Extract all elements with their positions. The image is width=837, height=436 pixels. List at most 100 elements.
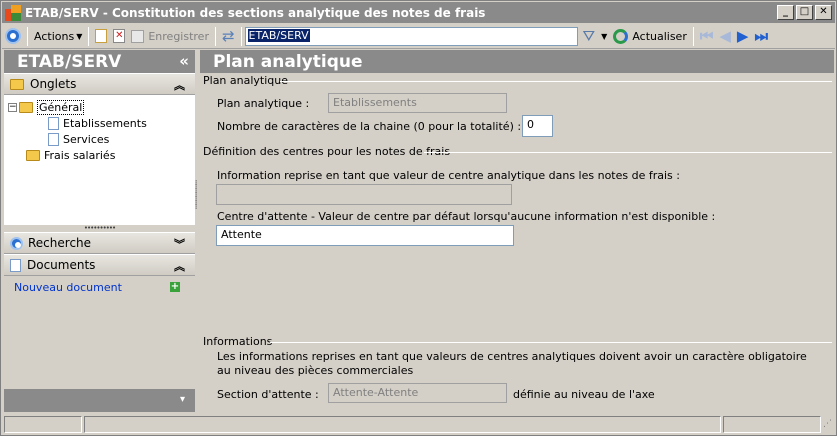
filter-button[interactable]: ⛛ ▼ (580, 26, 611, 47)
left-panel-header: ETAB/SERV « (4, 50, 195, 73)
toolbar-separator (214, 26, 216, 46)
section-attente-label: Section d'attente : (217, 388, 319, 401)
delete-icon: ✕ (113, 29, 126, 43)
horizontal-splitter[interactable]: •••••••••• (4, 225, 195, 232)
info-text-line-1: Les informations reprises en tant que va… (217, 350, 807, 363)
collapse-panel-icon[interactable]: « (179, 52, 189, 70)
info-reprise-label: Information reprise en tant que valeur d… (217, 169, 680, 182)
last-icon: ⏭ (754, 27, 768, 45)
next-icon: ▶ (736, 27, 749, 45)
documents-label: Documents (27, 258, 96, 272)
previous-icon: ◀ (719, 27, 731, 45)
status-cell (83, 416, 722, 433)
sync-icon: ⇄ (221, 27, 235, 45)
window-title: ETAB/SERV - Constitution des sections an… (25, 5, 486, 20)
nb-caracteres-label: Nombre de caractères de la chaine (0 pou… (217, 120, 522, 133)
previous-record-button[interactable]: ◀ (716, 26, 734, 47)
tree-label-etablissements: Etablissements (63, 116, 147, 130)
group-divider (424, 152, 832, 153)
toolbar-separator (240, 26, 242, 46)
app-logo-icon (5, 4, 21, 21)
home-circle-icon (5, 28, 21, 44)
actions-menu-button[interactable]: Actions ▼ (31, 26, 85, 47)
centre-attente-label: Centre d'attente - Valeur de centre par … (217, 210, 716, 223)
resize-grip-icon[interactable]: ⋰ (823, 416, 833, 433)
left-panel: ETAB/SERV « Onglets ︽ − Général Etabliss… (4, 50, 195, 412)
application-window: ETAB/SERV - Constitution des sections an… (0, 0, 837, 436)
toolbar-separator (692, 26, 694, 46)
dropdown-arrow-icon: ▼ (76, 31, 83, 41)
minimize-button[interactable]: _ (777, 5, 794, 20)
group-divider (270, 342, 832, 343)
search-input[interactable]: ETAB/SERV (244, 26, 578, 46)
plan-analytique-label: Plan analytique : (217, 97, 310, 110)
first-icon: ⏮ (699, 27, 714, 45)
folder-icon (10, 78, 24, 90)
status-bar: ⋰ (2, 414, 835, 435)
save-button[interactable]: Enregistrer (128, 26, 212, 47)
document-icon (48, 116, 59, 130)
sync-button[interactable]: ⇄ (219, 26, 238, 47)
chevron-up-icon[interactable]: ︽ (174, 258, 185, 274)
maximize-button[interactable]: □ (796, 5, 813, 20)
refresh-button[interactable]: Actualiser (610, 26, 690, 47)
folder-icon (26, 149, 40, 161)
info-reprise-field[interactable] (216, 184, 512, 205)
actions-label: Actions (34, 29, 75, 43)
tree-item-etablissements[interactable]: Etablissements (48, 115, 147, 131)
chevron-down-small-icon[interactable]: ▾ (180, 394, 185, 405)
new-button[interactable] (92, 26, 110, 47)
toolbar: Actions ▼ ✕ Enregistrer ⇄ ETAB/SERV ⛛ ▼ … (2, 24, 835, 49)
group-plan-analytique-title: Plan analytique (203, 74, 289, 87)
tree-item-general[interactable]: − Général (8, 99, 85, 115)
tree-item-frais-salaries[interactable]: Frais salariés (26, 147, 115, 163)
last-record-button[interactable]: ⏭ (751, 26, 771, 47)
delete-button[interactable]: ✕ (110, 26, 128, 47)
first-record-button[interactable]: ⏮ (697, 26, 717, 47)
documents-icon (10, 258, 21, 272)
section-recherche[interactable]: Recherche ︾ (4, 232, 195, 254)
next-record-button[interactable]: ▶ (734, 26, 752, 47)
home-button[interactable] (2, 26, 24, 47)
toolbar-separator (88, 26, 90, 46)
tree-item-services[interactable]: Services (48, 131, 109, 147)
search-circle-icon (10, 236, 23, 250)
nb-caracteres-input[interactable]: 0 (522, 115, 553, 137)
section-documents[interactable]: Documents ︽ (4, 254, 195, 276)
page-title: Plan analytique (213, 51, 363, 72)
tree-label-frais: Frais salariés (44, 148, 116, 162)
section-attente-suffix: définie au niveau de l'axe (513, 388, 655, 401)
search-input-value: ETAB/SERV (247, 28, 310, 42)
main-header: Plan analytique (200, 50, 834, 73)
save-icon (131, 29, 145, 43)
info-text-line-2: au niveau des pièces commerciales (217, 364, 414, 377)
chevron-down-icon[interactable]: ︾ (174, 236, 185, 252)
section-onglets[interactable]: Onglets ︽ (4, 73, 195, 95)
new-document-label: Nouveau document (14, 280, 122, 294)
refresh-icon (613, 28, 629, 44)
new-document-link[interactable]: Nouveau document + (4, 276, 195, 298)
title-bar[interactable]: ETAB/SERV - Constitution des sections an… (2, 2, 835, 23)
close-button[interactable]: ✕ (815, 5, 832, 20)
status-cell (723, 416, 822, 433)
refresh-label: Actualiser (632, 29, 687, 43)
group-definition-centres-title: Définition des centres pour les notes de… (203, 145, 451, 158)
onglets-label: Onglets (30, 77, 77, 91)
add-icon[interactable]: + (170, 282, 180, 292)
left-panel-title: ETAB/SERV (17, 51, 122, 72)
group-divider (280, 81, 832, 82)
dropdown-arrow-icon: ▼ (601, 31, 608, 41)
tree-label-general: Général (37, 99, 85, 115)
centre-attente-input[interactable]: Attente (216, 225, 514, 246)
open-folder-icon (19, 101, 33, 113)
filter-icon: ⛛ (582, 27, 596, 45)
plan-analytique-field[interactable]: Etablissements (328, 93, 507, 113)
chevron-up-icon[interactable]: ︽ (174, 77, 185, 93)
collapse-node-icon[interactable]: − (8, 102, 17, 112)
left-panel-footer: ▾ (4, 389, 195, 412)
recherche-label: Recherche (28, 236, 92, 250)
vertical-splitter[interactable]: ⁞ ⁞ ⁞ ⁞ ⁞ ⁞ ⁞ (195, 180, 199, 231)
document-icon (48, 132, 59, 146)
save-label: Enregistrer (148, 29, 209, 43)
section-attente-field[interactable]: Attente-Attente (328, 383, 507, 403)
